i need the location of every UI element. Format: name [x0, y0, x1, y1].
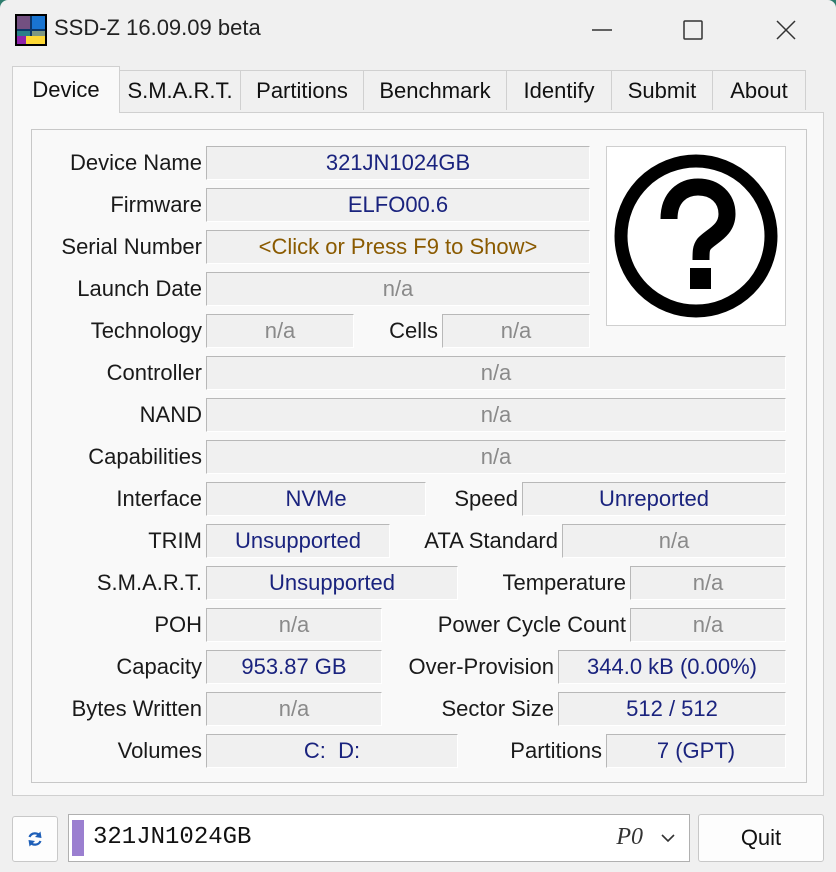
refresh-button[interactable] — [12, 816, 58, 862]
poh-value: n/a — [206, 608, 382, 642]
app-window: SSD-Z 16.09.09 beta Device S.M.A.R.T. Pa… — [0, 0, 836, 872]
cells-label: Cells — [389, 318, 438, 343]
drive-select[interactable]: 321JN1024GB P0 — [68, 814, 690, 862]
capabilities-value: n/a — [206, 440, 786, 474]
capacity-label: Capacity — [116, 654, 202, 679]
speed-value: Unreported — [522, 482, 786, 516]
capacity-value: 953.87 GB — [206, 650, 382, 684]
tab-identify[interactable]: Identify — [506, 70, 612, 110]
ata-standard-label: ATA Standard — [424, 528, 558, 553]
nand-value: n/a — [206, 398, 786, 432]
tab-about[interactable]: About — [712, 70, 806, 110]
trim-label: TRIM — [148, 528, 202, 553]
volumes-label: Volumes — [117, 738, 202, 763]
over-provision-label: Over-Provision — [408, 654, 554, 679]
firmware-value: ELFO00.6 — [206, 188, 590, 222]
smart-value: Unsupported — [206, 566, 458, 600]
power-cycle-count-label: Power Cycle Count — [437, 612, 626, 637]
device-image — [606, 146, 786, 326]
speed-label: Speed — [454, 486, 518, 511]
cells-value: n/a — [442, 314, 590, 348]
power-cycle-count-value: n/a — [630, 608, 786, 642]
serial-number-value[interactable]: <Click or Press F9 to Show> — [206, 230, 590, 264]
app-icon — [15, 14, 47, 46]
chevron-down-icon[interactable] — [659, 831, 677, 845]
ata-standard-value: n/a — [562, 524, 786, 558]
refresh-icon — [28, 831, 42, 847]
maximize-icon — [683, 20, 703, 40]
partitions-value: 7 (GPT) — [606, 734, 786, 768]
sector-size-label: Sector Size — [441, 696, 555, 721]
bottom-bar: 321JN1024GB P0 Quit — [0, 808, 836, 872]
controller-value: n/a — [206, 356, 786, 390]
tab-smart[interactable]: S.M.A.R.T. — [119, 70, 241, 110]
tab-bar: Device S.M.A.R.T. Partitions Benchmark I… — [12, 66, 824, 113]
firmware-label: Firmware — [110, 192, 202, 217]
partitions-label: Partitions — [510, 738, 602, 763]
sector-size-value: 512 / 512 — [558, 692, 786, 726]
tab-device[interactable]: Device — [12, 66, 120, 113]
tab-benchmark[interactable]: Benchmark — [363, 70, 507, 110]
drive-color-marker — [72, 820, 84, 856]
launch-date-label: Launch Date — [77, 276, 202, 301]
quit-button[interactable]: Quit — [698, 814, 824, 862]
over-provision-value: 344.0 kB (0.00%) — [558, 650, 786, 684]
device-name-value: 321JN1024GB — [206, 146, 590, 180]
nand-label: NAND — [139, 402, 202, 427]
interface-value: NVMe — [206, 482, 426, 516]
capabilities-label: Capabilities — [88, 444, 202, 469]
close-button[interactable] — [756, 10, 816, 50]
temperature-label: Temperature — [502, 570, 626, 595]
launch-date-value: n/a — [206, 272, 590, 306]
drive-select-name: 321JN1024GB — [93, 824, 252, 851]
minimize-icon — [592, 29, 612, 31]
tab-submit[interactable]: Submit — [611, 70, 713, 110]
window-title: SSD-Z 16.09.09 beta — [54, 15, 261, 40]
controller-label: Controller — [106, 360, 202, 385]
technology-label: Technology — [90, 318, 202, 343]
serial-number-label: Serial Number — [61, 234, 202, 259]
bytes-written-label: Bytes Written — [71, 696, 202, 721]
question-mark-icon — [614, 154, 778, 318]
smart-label: S.M.A.R.T. — [96, 570, 202, 595]
device-name-label: Device Name — [69, 150, 202, 175]
minimize-button[interactable] — [572, 10, 632, 50]
maximize-button[interactable] — [663, 10, 723, 50]
temperature-value: n/a — [630, 566, 786, 600]
technology-value: n/a — [206, 314, 354, 348]
close-icon — [776, 20, 796, 40]
trim-value: Unsupported — [206, 524, 390, 558]
poh-label: POH — [154, 612, 202, 637]
bytes-written-value: n/a — [206, 692, 382, 726]
tab-partitions[interactable]: Partitions — [240, 70, 364, 110]
title-bar[interactable]: SSD-Z 16.09.09 beta — [0, 0, 836, 60]
volumes-value: C: D: — [206, 734, 458, 768]
drive-select-port: P0 — [616, 824, 643, 850]
interface-label: Interface — [116, 486, 202, 511]
